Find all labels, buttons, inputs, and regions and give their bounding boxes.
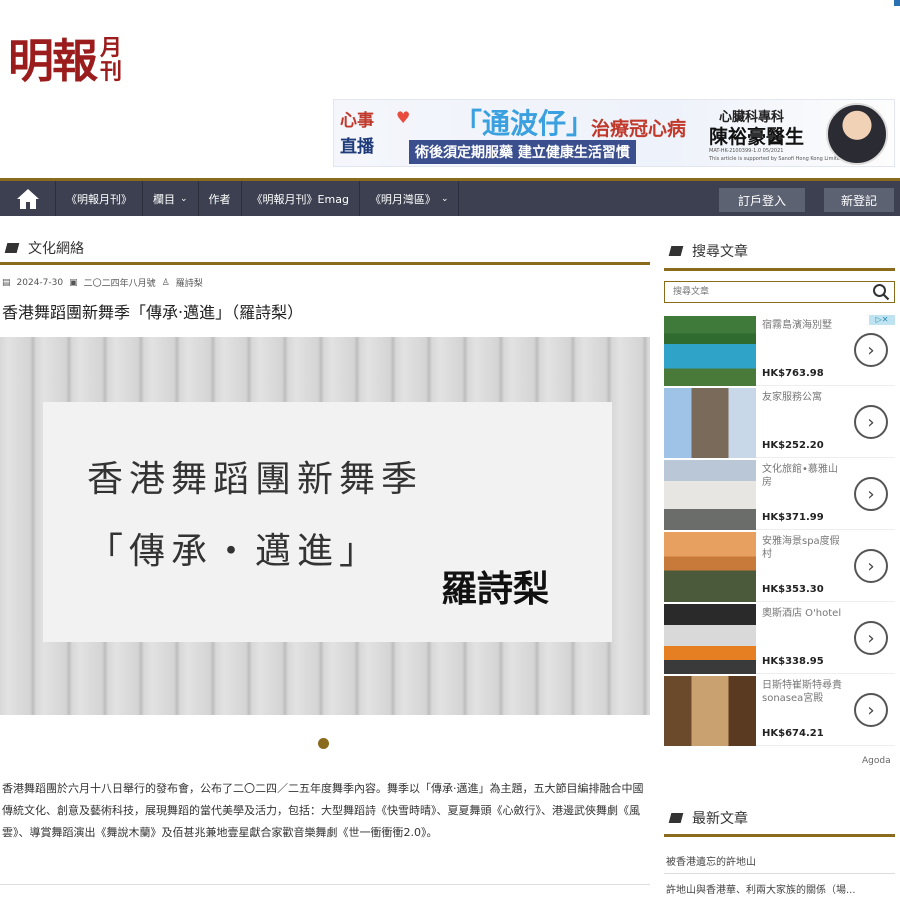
latest-heading: 最新文章	[668, 808, 748, 828]
hotel-photo	[664, 532, 756, 602]
hotel-name: 奧斯酒店 O'hotel	[762, 608, 842, 619]
banner-sponsor: This article is supported by Sanofi Hong…	[709, 156, 844, 162]
category-rule	[0, 262, 650, 265]
nav-item-emag[interactable]: 《明報月刊》Emag	[242, 181, 360, 216]
hotel-name: 宿霧島濱海別墅	[762, 320, 832, 331]
nav-item-label: 《明報月刊》Emag	[251, 192, 349, 206]
hotel-price: HK$763.98	[762, 368, 824, 379]
hotel-price: HK$338.95	[762, 656, 824, 667]
article-title: 香港舞蹈團新舞季「傳承‧邁進」（羅詩梨）	[2, 303, 304, 322]
search-icon	[873, 284, 890, 301]
hotel-ad-item[interactable]: 宿霧島濱海別墅 HK$763.98 ›	[664, 316, 895, 386]
home-button[interactable]	[0, 181, 56, 216]
search-rule	[664, 268, 895, 271]
latest-article-link[interactable]: 被香港遺忘的許地山	[666, 853, 895, 868]
header-banner-ad[interactable]: 心事 ♥ 直播 「通波仔」 治療冠心病 術後須定期服藥 建立健康生活習慣 心臟科…	[333, 99, 895, 167]
hotel-photo	[664, 676, 756, 746]
register-button[interactable]: 新登記	[824, 188, 894, 212]
hotel-ad-item[interactable]: 文化旅館•慕雅山房 HK$371.99 ›	[664, 460, 895, 530]
nav-item-label: 《明報月刊》	[66, 192, 132, 206]
article-author[interactable]: 羅詩梨	[176, 276, 203, 289]
home-icon	[16, 188, 39, 209]
logo-main-text: 明報	[8, 34, 98, 88]
hotel-name: 文化旅館•慕雅山房	[762, 464, 838, 488]
hotel-photo	[664, 460, 756, 530]
nav-item-greater-bay[interactable]: 《明月灣區》 ⌄	[360, 181, 460, 216]
nav-item-label: 欄目	[153, 192, 175, 206]
banner-doctor-name: 陳裕豪醫生	[709, 126, 805, 148]
hotel-photo	[664, 388, 756, 458]
hotel-name: 安雅海景spa度假村	[762, 536, 840, 560]
hotel-name: 日斯特崔斯特尋貴sonasea宮殿	[762, 680, 842, 704]
site-logo[interactable]: 明報 月刊	[8, 26, 124, 96]
article-body: 香港舞蹈團於六月十八日舉行的發布會，公布了二〇二四／二五年度舞季內容。舞季以「傳…	[2, 782, 644, 839]
hero-line-2: 「傳承‧邁進」	[87, 531, 382, 572]
carousel-dot[interactable]	[318, 738, 329, 749]
book-icon: ▣	[69, 277, 78, 288]
banner-ref: MAT-HK-2100399-1.0 05/2021	[709, 148, 784, 154]
chevron-right-icon[interactable]: ›	[854, 621, 888, 655]
hero-text-card: 香港舞蹈團新舞季 「傳承‧邁進」 羅詩梨	[43, 402, 612, 642]
content-divider	[0, 884, 650, 885]
main-nav: 《明報月刊》 欄目 ⌄ 作者 《明報月刊》Emag 《明月灣區》 ⌄ 訂戶登入 新登…	[0, 178, 900, 216]
nav-item-columns[interactable]: 欄目 ⌄	[143, 181, 199, 216]
heart-icon: ♥	[396, 108, 411, 127]
hotel-ad-item[interactable]: 日斯特崔斯特尋貴sonasea宮殿 HK$674.21 ›	[664, 676, 895, 746]
search-button[interactable]	[868, 283, 894, 301]
hotel-price: HK$371.99	[762, 512, 824, 523]
hero-line-1: 香港舞蹈團新舞季	[87, 459, 424, 500]
hero-image: 香港舞蹈團新舞季 「傳承‧邁進」 羅詩梨	[0, 337, 650, 715]
logo-sub-text: 月刊	[100, 35, 123, 85]
article-meta: ▤ 2024-7-30 ▣ 二〇二四年八月號 ♙ 羅詩梨	[2, 276, 203, 290]
square-bullet-icon	[668, 813, 684, 823]
search-heading-label: 搜尋文章	[692, 244, 748, 260]
nav-item-monthly[interactable]: 《明報月刊》	[56, 181, 143, 216]
banner-headline: 「通波仔」	[454, 107, 595, 140]
category-label[interactable]: 文化網絡	[28, 238, 84, 258]
hotel-name: 友家服務公寓	[762, 392, 822, 403]
square-bullet-icon	[4, 243, 20, 253]
chevron-right-icon[interactable]: ›	[854, 549, 888, 583]
hotel-photo	[664, 604, 756, 674]
chevron-down-icon: ⌄	[180, 193, 188, 204]
ad-provider-label[interactable]: Agoda	[862, 756, 891, 766]
latest-divider	[664, 873, 895, 874]
latest-heading-label: 最新文章	[692, 811, 748, 827]
hotel-ad-item[interactable]: 安雅海景spa度假村 HK$353.30 ›	[664, 532, 895, 602]
search-box	[664, 281, 895, 303]
hotel-ad-item[interactable]: 奧斯酒店 O'hotel HK$338.95 ›	[664, 604, 895, 674]
search-input[interactable]	[665, 283, 868, 301]
hotel-photo	[664, 316, 756, 386]
hotel-price: HK$674.21	[762, 728, 824, 739]
banner-tagline: 術後須定期服藥 建立健康生活習慣	[409, 140, 636, 164]
nav-item-authors[interactable]: 作者	[199, 181, 242, 216]
corner-mark	[894, 0, 900, 6]
chevron-right-icon[interactable]: ›	[854, 405, 888, 439]
nav-item-label: 《明月灣區》	[369, 192, 436, 206]
doctor-portrait	[826, 103, 888, 165]
hero-author: 羅詩梨	[441, 568, 550, 610]
subscriber-login-button[interactable]: 訂戶登入	[719, 188, 805, 212]
article-date: 2024-7-30	[16, 277, 64, 288]
user-icon: ♙	[161, 277, 170, 288]
hotel-ad-item[interactable]: 友家服務公寓 HK$252.20 ›	[664, 388, 895, 458]
hotel-price: HK$252.20	[762, 440, 824, 451]
chevron-right-icon[interactable]: ›	[854, 333, 888, 367]
nav-item-label: 作者	[208, 192, 231, 206]
banner-program-a: 心事	[340, 111, 374, 131]
calendar-icon: ▤	[2, 277, 11, 288]
banner-program-b: 直播	[340, 137, 374, 157]
chevron-right-icon[interactable]: ›	[854, 477, 888, 511]
banner-headline-2: 治療冠心病	[591, 118, 687, 140]
search-heading: 搜尋文章	[668, 241, 748, 261]
latest-rule	[664, 834, 895, 837]
chevron-down-icon: ⌄	[440, 193, 449, 204]
square-bullet-icon	[668, 246, 684, 256]
category-heading: 文化網絡	[4, 238, 84, 258]
hotel-price: HK$353.30	[762, 584, 824, 595]
article-issue[interactable]: 二〇二四年八月號	[84, 276, 156, 289]
latest-article-link[interactable]: 許地山與香港華、利兩大家族的關係（場...	[666, 881, 895, 896]
chevron-right-icon[interactable]: ›	[854, 693, 888, 727]
